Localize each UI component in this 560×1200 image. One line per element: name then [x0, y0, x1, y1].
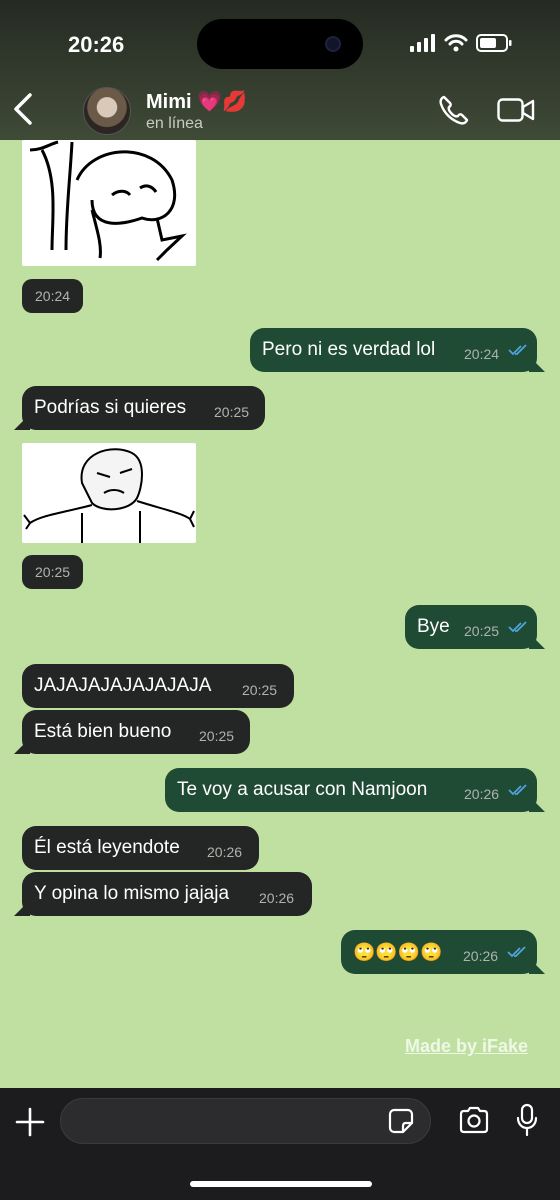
status-time: 20:26: [68, 32, 125, 57]
camera-icon[interactable]: [458, 1106, 490, 1134]
message-outgoing[interactable]: Pero ni es verdad lol 20:24: [250, 328, 537, 372]
message-time: 20:25: [199, 728, 235, 744]
message-outgoing[interactable]: Te voy a acusar con Namjoon 20:26: [165, 768, 537, 812]
message-time: 20:25: [464, 623, 500, 639]
read-ticks-icon: [508, 621, 527, 633]
video-call-icon[interactable]: [497, 98, 535, 122]
shrug-doodle-sticker[interactable]: [22, 140, 196, 266]
message-time: 20:26: [259, 890, 295, 906]
message-time: 20:25: [22, 555, 84, 589]
message-input[interactable]: [60, 1098, 431, 1144]
wifi-icon: [444, 34, 468, 52]
shrug-meme-sticker[interactable]: [22, 443, 196, 543]
message-incoming[interactable]: Él está leyendote 20:26: [22, 826, 259, 870]
message-incoming[interactable]: Y opina lo mismo jajaja 20:26: [22, 872, 312, 916]
message-text: Te voy a acusar con Namjoon: [177, 779, 428, 800]
battery-icon: [476, 34, 512, 52]
message-text: 🙄🙄🙄🙄: [353, 942, 443, 962]
shrug-doodle-icon: [29, 140, 187, 262]
message-text: Y opina lo mismo jajaja: [34, 883, 230, 904]
message-outgoing[interactable]: Bye 20:25: [405, 605, 537, 649]
message-incoming[interactable]: JAJAJAJAJAJAJAJA 20:25: [22, 664, 294, 708]
read-ticks-icon: [507, 946, 526, 958]
status-icons: [410, 34, 512, 52]
sticker-icon[interactable]: [388, 1108, 414, 1134]
front-camera-icon: [325, 36, 341, 52]
message-incoming[interactable]: Podrías si quieres 20:25: [22, 386, 265, 430]
message-text: Bye: [417, 616, 450, 637]
message-time: 20:24: [464, 346, 500, 362]
bubble-tail: [529, 633, 545, 649]
message-time: 20:25: [214, 404, 250, 420]
message-incoming[interactable]: Está bien bueno 20:25: [22, 710, 250, 754]
contact-avatar[interactable]: [83, 87, 131, 135]
phone-call-icon[interactable]: [438, 95, 470, 125]
message-text: Él está leyendote: [34, 837, 180, 858]
signal-icon: [410, 34, 435, 52]
message-time: 20:26: [207, 844, 243, 860]
message-time: 20:25: [242, 682, 278, 698]
message-time: 20:26: [463, 948, 499, 964]
read-ticks-icon: [508, 344, 527, 356]
shrug-meme-icon: [23, 448, 195, 543]
message-time: 20:24: [22, 279, 84, 313]
message-text: JAJAJAJAJAJAJAJA: [34, 675, 212, 696]
message-time: 20:26: [464, 786, 500, 802]
message-text: Podrías si quieres: [34, 397, 187, 418]
back-chevron-icon[interactable]: [10, 92, 36, 126]
message-outgoing[interactable]: 🙄🙄🙄🙄 20:26: [341, 930, 537, 974]
bubble-tail: [529, 796, 545, 812]
home-indicator: [190, 1181, 372, 1187]
message-text: Está bien bueno: [34, 721, 172, 742]
plus-icon[interactable]: [14, 1106, 46, 1138]
contact-status: en línea: [146, 115, 203, 132]
read-ticks-icon: [508, 784, 527, 796]
dynamic-island: [197, 19, 363, 69]
message-text: Pero ni es verdad lol: [262, 339, 436, 360]
watermark-link[interactable]: Made by iFake: [405, 1036, 528, 1057]
contact-name[interactable]: Mimi 💗💋: [146, 89, 247, 114]
microphone-icon[interactable]: [515, 1103, 539, 1137]
bubble-tail: [529, 958, 545, 974]
